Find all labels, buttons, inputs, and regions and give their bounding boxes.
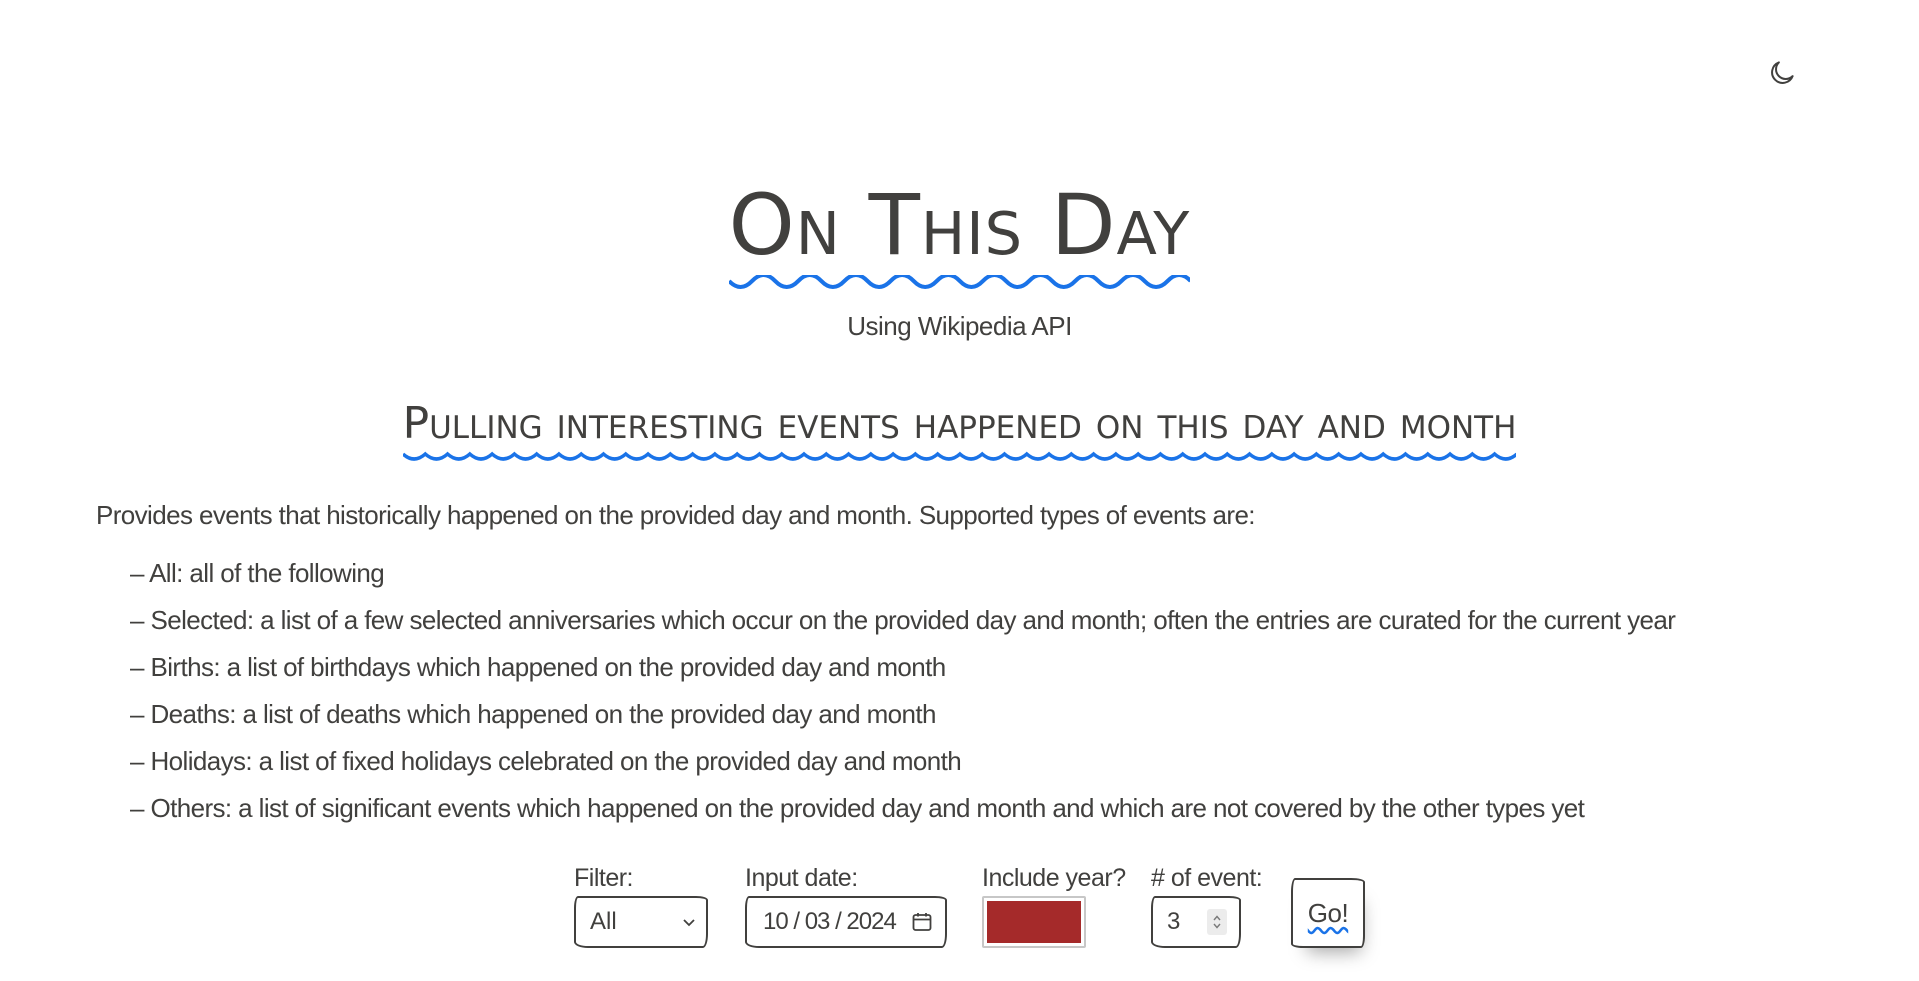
list-item: Holidays: a list of fixed holidays celeb… (130, 744, 1675, 791)
section-heading-text: Pulling interesting events happened on t… (402, 398, 1517, 449)
title-wavy-underline (728, 275, 1191, 289)
list-item: Births: a list of birthdays which happen… (130, 650, 1675, 697)
list-item: Others: a list of significant events whi… (130, 791, 1675, 838)
include-year-field: Include year? (982, 864, 1126, 948)
section-heading: Pulling interesting events happened on t… (402, 398, 1517, 464)
theme-toggle-button[interactable] (1765, 56, 1799, 90)
event-count-value: 3 (1167, 908, 1181, 935)
number-spinner[interactable] (1207, 909, 1227, 935)
go-button-label: Go! (1307, 897, 1349, 928)
page-title-text: On This Day (728, 176, 1191, 274)
chevron-down-icon (683, 919, 695, 927)
date-input[interactable]: 10 / 03 / 2024 (745, 896, 947, 948)
date-input-value: 10 / 03 / 2024 (763, 908, 897, 935)
event-count-input[interactable]: 3 (1151, 896, 1241, 948)
date-label: Input date: (745, 864, 858, 892)
event-types-list: All: all of the following Selected: a li… (130, 556, 1676, 838)
date-field: Input date: 10 / 03 / 2024 (745, 864, 947, 948)
section-header: Pulling interesting events happened on t… (0, 398, 1919, 464)
count-label: # of event: (1151, 864, 1263, 892)
include-year-label: Include year? (982, 864, 1126, 892)
hero: On This Day Using Wikipedia API (0, 175, 1919, 342)
page-title: On This Day (728, 175, 1191, 301)
intro-text: Provides events that historically happen… (96, 500, 1256, 530)
include-year-color-picker[interactable] (982, 896, 1086, 948)
chevron-down-icon[interactable] (1212, 922, 1222, 930)
moon-icon (1771, 61, 1794, 84)
filter-label: Filter: (574, 864, 634, 892)
heading-wavy-underline (402, 451, 1517, 461)
query-form: Filter: All Input date: 10 / 03 / 2024 I… (0, 864, 1919, 974)
list-item: Deaths: a list of deaths which happened … (130, 697, 1675, 744)
chevron-up-icon[interactable] (1212, 914, 1222, 922)
color-swatch (987, 901, 1081, 943)
filter-field: Filter: All (574, 864, 708, 948)
filter-select-value: All (590, 908, 617, 935)
list-item: All: all of the following (130, 556, 1675, 603)
count-field: # of event: 3 (1151, 864, 1263, 948)
list-item: Selected: a list of a few selected anniv… (130, 603, 1675, 650)
go-button[interactable]: Go! (1291, 878, 1365, 948)
calendar-icon[interactable] (911, 911, 933, 933)
page: On This Day Using Wikipedia API Pulling … (0, 0, 1919, 981)
filter-select[interactable]: All (574, 896, 708, 948)
page-subtitle: Using Wikipedia API (847, 311, 1072, 341)
